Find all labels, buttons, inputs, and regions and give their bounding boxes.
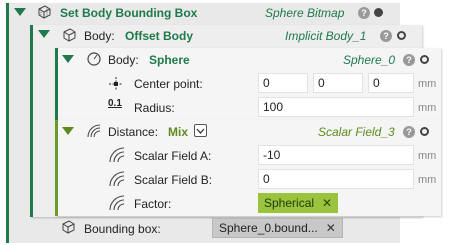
root-type: Sphere Bitmap bbox=[265, 6, 345, 20]
sphere-body-name: Sphere bbox=[149, 53, 190, 67]
distance-mode: Mix bbox=[168, 125, 189, 139]
center-z-input[interactable]: 0 bbox=[368, 73, 414, 93]
output-port-open-icon[interactable] bbox=[420, 55, 429, 64]
scalar-field-a-input[interactable]: -10 bbox=[258, 145, 414, 165]
radius-icon: 0.1 bbox=[108, 98, 122, 109]
help-icon[interactable]: ? bbox=[358, 7, 370, 19]
collapse-toggle-distance[interactable] bbox=[62, 127, 74, 135]
scalar-field-b-label: Scalar Field B: bbox=[134, 173, 213, 187]
distance-type: Scalar Field_3 bbox=[318, 125, 395, 139]
scalar-field-a-unit: mm bbox=[418, 150, 437, 162]
scalar-field-icon bbox=[108, 170, 126, 188]
radius-label: Radius: bbox=[134, 101, 175, 115]
factor-value: Spherical bbox=[264, 196, 315, 210]
collapse-toggle-offset-body[interactable] bbox=[38, 30, 50, 38]
collapse-toggle-sphere[interactable] bbox=[62, 55, 74, 63]
help-icon[interactable]: ? bbox=[403, 54, 415, 66]
center-point-label: Center point: bbox=[134, 77, 203, 91]
bounding-box-reference-chip[interactable]: Sphere_0.bound... ✕ bbox=[212, 218, 343, 238]
offset-body-name: Offset Body bbox=[125, 29, 194, 43]
center-point-icon bbox=[108, 76, 124, 92]
chevron-down-icon bbox=[196, 128, 205, 134]
sphere-body-type: Sphere_0 bbox=[343, 53, 396, 67]
offset-body-icon bbox=[61, 27, 77, 43]
scalar-field-b-input[interactable]: 0 bbox=[258, 169, 414, 189]
bounding-box-cube-icon bbox=[60, 219, 76, 235]
close-icon[interactable]: ✕ bbox=[322, 196, 332, 210]
scalar-field-b-unit: mm bbox=[418, 174, 437, 186]
close-icon[interactable]: ✕ bbox=[326, 221, 336, 235]
offset-body-label: Body: bbox=[84, 29, 115, 43]
sphere-body-label: Body: bbox=[108, 53, 139, 67]
scalar-field-icon bbox=[86, 123, 102, 139]
distance-label: Distance: bbox=[108, 125, 159, 139]
sphere-icon bbox=[86, 51, 102, 67]
help-icon[interactable]: ? bbox=[380, 30, 392, 42]
center-y-input[interactable]: 0 bbox=[313, 73, 363, 93]
scalar-field-icon bbox=[108, 194, 126, 212]
output-port-filled-icon[interactable] bbox=[374, 8, 383, 17]
output-port-open-icon[interactable] bbox=[397, 31, 406, 40]
root-title: Set Body Bounding Box bbox=[60, 6, 198, 20]
bounding-box-label: Bounding box: bbox=[84, 222, 161, 236]
mode-dropdown-button[interactable] bbox=[194, 124, 207, 137]
bounding-box-value: Sphere_0.bound... bbox=[219, 221, 318, 235]
center-unit: mm bbox=[418, 78, 437, 90]
output-port-open-icon[interactable] bbox=[420, 127, 429, 136]
radius-input[interactable]: 100 bbox=[258, 97, 414, 117]
center-x-input[interactable]: 0 bbox=[258, 73, 308, 93]
scalar-field-a-label: Scalar Field A: bbox=[134, 149, 212, 163]
factor-reference-chip[interactable]: Spherical ✕ bbox=[258, 193, 339, 213]
help-icon[interactable]: ? bbox=[403, 126, 415, 138]
radius-unit: mm bbox=[418, 102, 437, 114]
scalar-field-icon bbox=[108, 146, 126, 164]
factor-label: Factor: bbox=[134, 197, 172, 211]
collapse-toggle-root[interactable] bbox=[14, 8, 26, 16]
bounding-box-cube-icon bbox=[36, 4, 52, 20]
offset-body-type: Implicit Body_1 bbox=[285, 29, 367, 43]
